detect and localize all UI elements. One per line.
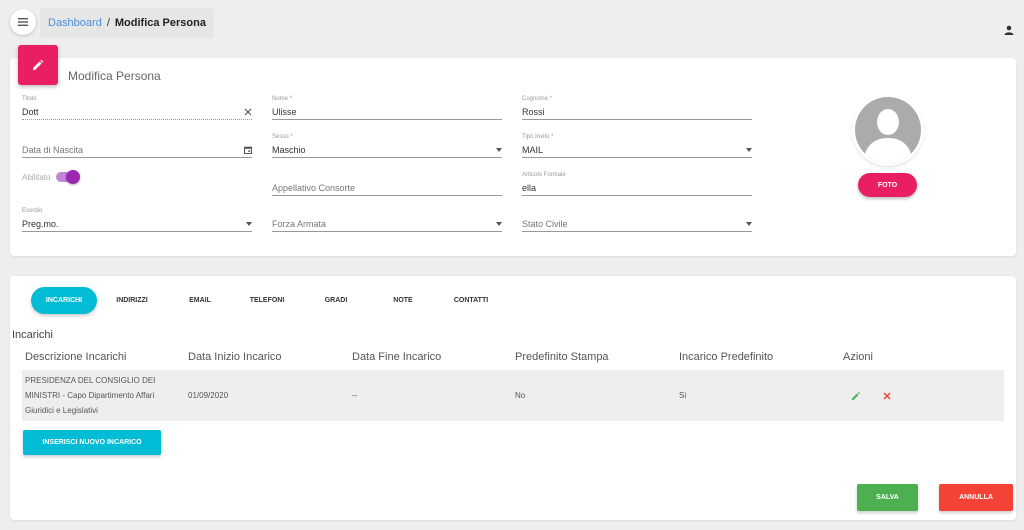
person-silhouette-icon <box>863 109 913 163</box>
tipo-invito-select[interactable]: Tipo Invito * MAIL <box>522 134 752 158</box>
forza-armata-placeholder: Forza Armata <box>272 218 327 229</box>
descrizione-cell: PRESIDENZA DEL CONSIGLIO DEI MINISTRI - … <box>25 376 156 415</box>
dropdown-arrow-icon <box>246 221 252 226</box>
table-header: Predefinito Stampa <box>515 351 609 363</box>
stato-civile-placeholder: Stato Civile <box>522 218 568 229</box>
card-title: Modifica Persona <box>68 69 161 83</box>
nome-field[interactable]: Nome * Ulisse <box>272 96 502 120</box>
abilitato-switch[interactable]: Abilitato <box>22 170 81 184</box>
table-header: Incarico Predefinito <box>679 351 774 363</box>
tipo-invito-value: MAIL <box>522 144 544 155</box>
dropdown-arrow-icon <box>746 147 752 152</box>
tab-email[interactable]: EMAIL <box>180 287 220 314</box>
cognome-value: Rossi <box>522 106 545 117</box>
avatar <box>855 97 921 163</box>
add-incarico-button[interactable]: INSERISCI NUOVO INCARICO <box>23 430 161 455</box>
esordio-select[interactable]: Esordio Preg.mo. <box>22 208 252 232</box>
edit-pencil-icon[interactable] <box>851 391 861 401</box>
stato-civile-select[interactable]: Stato Civile <box>522 208 752 232</box>
data-nascita-placeholder: Data di Nascita <box>22 144 84 155</box>
clear-icon[interactable] <box>244 108 252 116</box>
articolo-field[interactable]: Articolo Formale ella <box>522 172 752 196</box>
sesso-label: Sesso * <box>272 134 293 140</box>
edit-header-badge <box>18 45 58 85</box>
esordio-label: Esordio <box>22 208 43 214</box>
save-button[interactable]: SALVA <box>857 484 918 511</box>
abilitato-label: Abilitato <box>22 172 51 182</box>
sesso-value: Maschio <box>272 144 306 155</box>
dropdown-arrow-icon <box>746 221 752 226</box>
sesso-select[interactable]: Sesso * Maschio <box>272 134 502 158</box>
table-header: Data Inizio Incarico <box>188 351 282 363</box>
dropdown-arrow-icon <box>496 221 502 226</box>
titolo-field[interactable]: Titolo Dott <box>22 96 252 120</box>
cancel-button[interactable]: ANNULLA <box>939 484 1013 511</box>
titolo-value: Dott <box>22 106 39 117</box>
appellativo-field[interactable]: Appellativo Consorte <box>272 172 502 196</box>
forza-armata-select[interactable]: Forza Armata <box>272 208 502 232</box>
cognome-field[interactable]: Cognome * Rossi <box>522 96 752 120</box>
user-icon[interactable] <box>1004 22 1014 40</box>
tab-gradi[interactable]: GRADI <box>316 287 356 314</box>
table-header: Data Fine Incarico <box>352 351 442 363</box>
foto-button[interactable]: FOTO <box>858 173 917 197</box>
breadcrumb: Dashboard / Modifica Persona <box>40 8 214 38</box>
cognome-label: Cognome * <box>522 96 553 102</box>
menu-button[interactable] <box>10 9 36 35</box>
articolo-value: ella <box>522 182 537 193</box>
esordio-value: Preg.mo. <box>22 218 59 229</box>
breadcrumb-separator: / <box>106 17 110 29</box>
section-title: Incarichi <box>12 329 53 341</box>
table-header: Azioni <box>843 351 873 363</box>
tab-contatti[interactable]: CONTATTI <box>446 287 496 314</box>
predefinito-stampa-cell: No <box>515 391 526 400</box>
nome-value: Ulisse <box>272 106 297 117</box>
delete-x-icon[interactable] <box>882 391 892 401</box>
nome-label: Nome * <box>272 96 293 102</box>
data-fine-cell: -- <box>352 391 358 400</box>
tab-incarichi[interactable]: INCARICHI <box>31 287 97 314</box>
incarico-predefinito-cell: Si <box>679 391 687 400</box>
articolo-label: Articolo Formale <box>522 172 566 178</box>
menu-icon <box>18 18 28 26</box>
breadcrumb-current: Modifica Persona <box>114 17 206 29</box>
appellativo-placeholder: Appellativo Consorte <box>272 182 356 193</box>
dropdown-arrow-icon <box>496 147 502 152</box>
table-header: Descrizione Incarichi <box>25 351 127 363</box>
pencil-icon <box>33 59 44 70</box>
tab-telefoni[interactable]: TELEFONI <box>242 287 292 314</box>
table-row: PRESIDENZA DEL CONSIGLIO DEI MINISTRI - … <box>22 370 1004 421</box>
abilitato-toggle[interactable] <box>56 170 81 184</box>
calendar-icon[interactable] <box>244 146 252 154</box>
data-inizio-cell: 01/09/2020 <box>188 391 229 400</box>
data-nascita-field[interactable]: Data di Nascita <box>22 134 252 158</box>
tipo-invito-label: Tipo Invito * <box>522 134 554 140</box>
tab-indirizzi[interactable]: INDIRIZZI <box>108 287 156 314</box>
breadcrumb-dashboard-link[interactable]: Dashboard <box>48 17 102 29</box>
titolo-label: Titolo <box>22 96 37 102</box>
tab-note[interactable]: NOTE <box>386 287 420 314</box>
